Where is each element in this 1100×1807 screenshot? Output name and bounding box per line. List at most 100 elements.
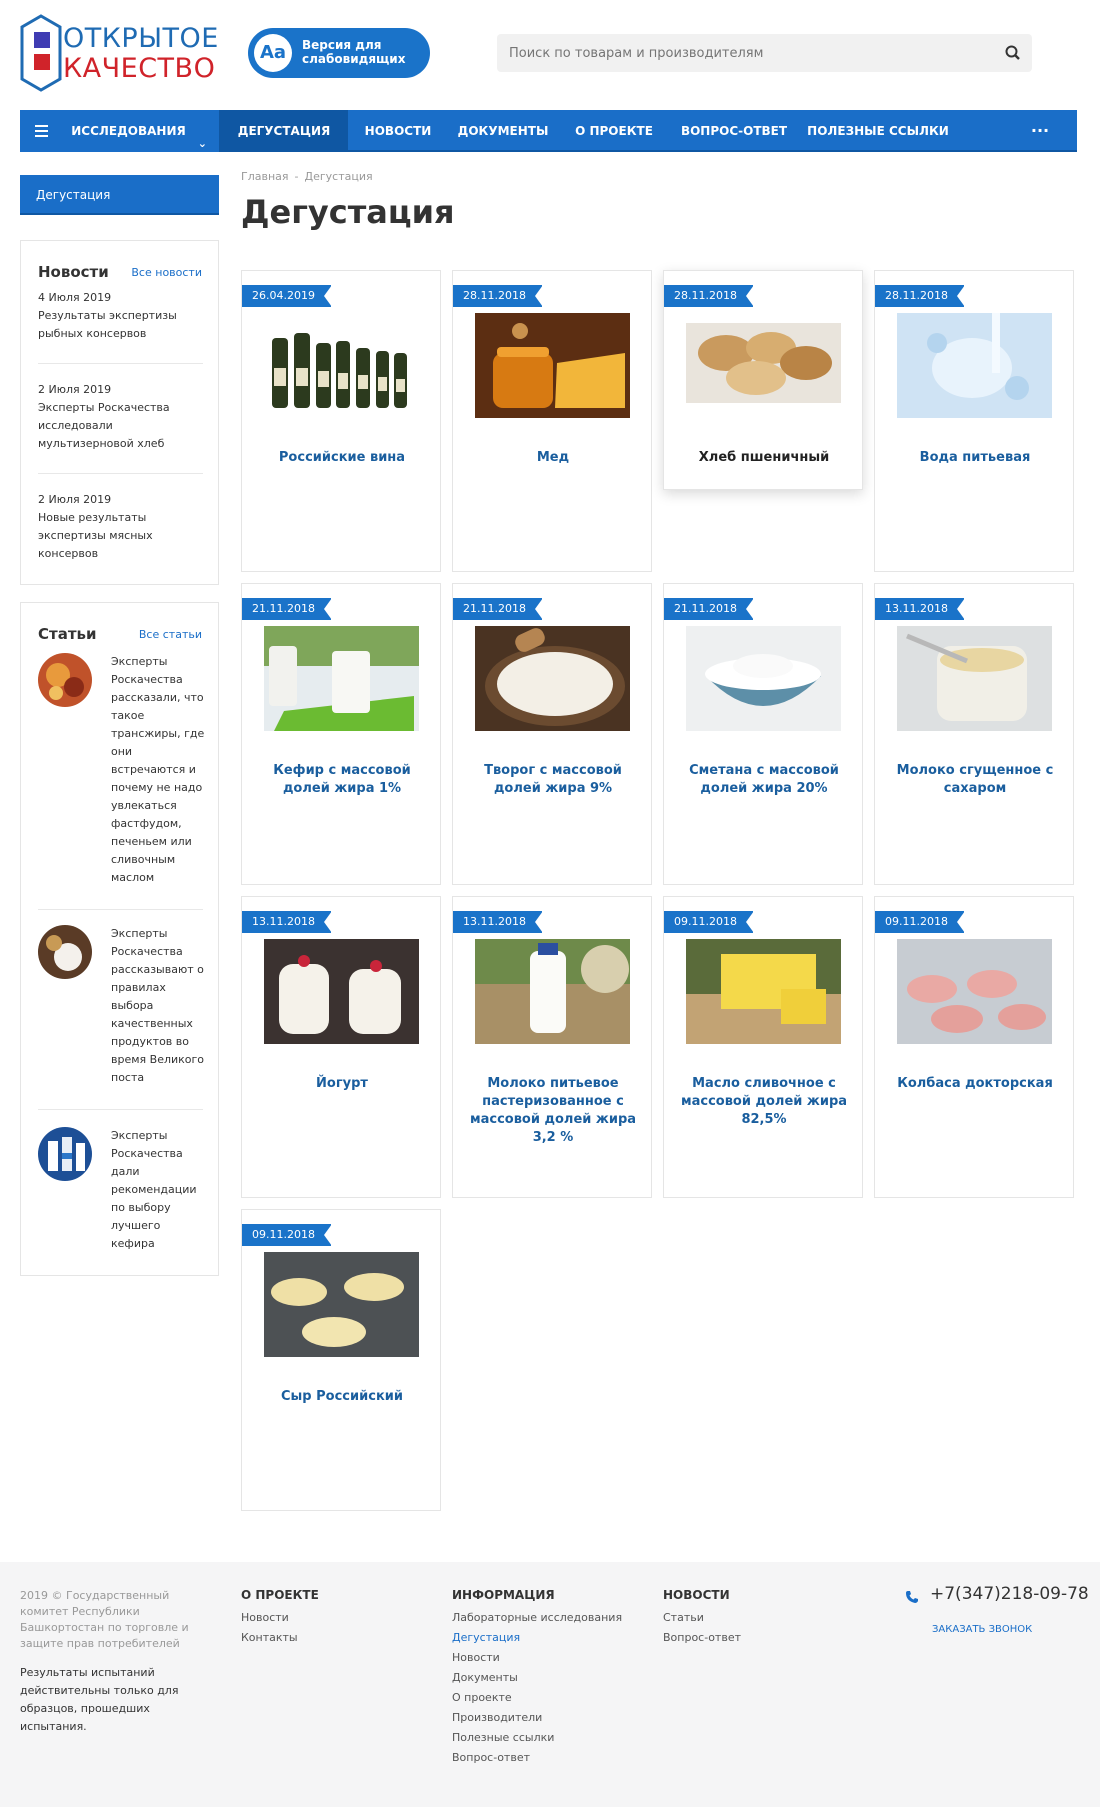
low-vision-button[interactable]: Aa Версия для слабовидящих: [248, 28, 430, 78]
product-card[interactable]: 28.11.2018 Хлеб пшеничный: [663, 270, 863, 490]
news-panel-title: Новости: [38, 263, 109, 281]
article-thumbnail[interactable]: [38, 1127, 92, 1181]
divider: [38, 363, 203, 364]
news-item[interactable]: 2 Июля 2019 Эксперты Роскачества исследо…: [38, 381, 203, 453]
date-badge: 28.11.2018: [875, 285, 965, 307]
product-card[interactable]: 26.04.2019 Российские вина: [241, 270, 441, 572]
footer: 2019 © Государственный комитет Республик…: [0, 1562, 1100, 1807]
footer-link[interactable]: Новости: [241, 1608, 319, 1628]
news-text: Результаты экспертизы рыбных консервов: [38, 309, 177, 340]
search-input[interactable]: [509, 34, 979, 72]
product-card[interactable]: 13.11.2018 Молоко сгущенное с сахаром: [874, 583, 1074, 885]
low-vision-label: Версия для слабовидящих: [302, 38, 406, 66]
milk-bottle-image: [475, 939, 630, 1044]
nav-degustation[interactable]: Дегустация: [220, 110, 348, 152]
divider: [38, 909, 203, 910]
footer-link[interactable]: Контакты: [241, 1628, 319, 1648]
card-title: Российские вина: [278, 450, 406, 465]
footer-link[interactable]: Вопрос-ответ: [452, 1748, 622, 1768]
footer-link[interactable]: Полезные ссылки: [452, 1728, 622, 1748]
footer-link[interactable]: Статьи: [663, 1608, 741, 1628]
nav-links[interactable]: Полезные ссылки: [798, 110, 958, 152]
product-card[interactable]: 13.11.2018 Молоко питьевое пастеризованн…: [452, 896, 652, 1198]
all-news-link[interactable]: Все новости: [131, 266, 202, 279]
product-card[interactable]: 28.11.2018 Вода питьевая: [874, 270, 1074, 572]
kefir-bottles-image: [38, 1127, 92, 1181]
more-icon[interactable]: ···: [1010, 110, 1070, 152]
product-card[interactable]: 09.11.2018 Сыр Российский: [241, 1209, 441, 1511]
product-card[interactable]: 21.11.2018 Сметана с массовой долей жира…: [663, 583, 863, 885]
card-title: Творог с массовой долей жира 9%: [484, 763, 622, 796]
footer-col-info: Информация Лабораторные исследования Дег…: [452, 1588, 622, 1768]
product-card[interactable]: 21.11.2018 Кефир с массовой долей жира 1…: [241, 583, 441, 885]
nav-news[interactable]: Новости: [348, 110, 448, 152]
news-panel: Новости Все новости 4 Июля 2019 Результа…: [20, 240, 219, 585]
butter-image: [686, 939, 841, 1044]
product-card[interactable]: 09.11.2018 Колбаса докторская: [874, 896, 1074, 1198]
article-text[interactable]: Эксперты Роскачества рассказывают о прав…: [111, 925, 206, 1087]
nav-faq[interactable]: Вопрос-ответ: [670, 110, 798, 152]
menu-icon: [35, 125, 48, 137]
request-call-link[interactable]: Заказать звонок: [932, 1624, 1032, 1635]
date-badge: 26.04.2019: [242, 285, 332, 307]
phone-icon: [906, 1591, 918, 1603]
card-title: Хлеб пшеничный: [698, 450, 830, 465]
product-card[interactable]: 13.11.2018 Йогурт: [241, 896, 441, 1198]
nav-documents[interactable]: Документы: [448, 110, 558, 152]
date-badge: 13.11.2018: [875, 598, 965, 620]
card-title: Молоко питьевое пастеризованное с массов…: [469, 1076, 637, 1145]
logo-line1: ОТКРЫТОЕ: [63, 23, 219, 54]
honey-image: [475, 313, 630, 418]
logo-line2: КАЧЕСТВО: [63, 53, 216, 84]
product-card[interactable]: 28.11.2018 Мед: [452, 270, 652, 572]
article-thumbnail[interactable]: [38, 653, 92, 707]
footer-copyright: 2019 © Государственный комитет Республик…: [20, 1589, 189, 1650]
kefir-image: [264, 626, 419, 731]
footer-link[interactable]: Дегустация: [452, 1628, 622, 1648]
phone-number[interactable]: +7(347)218-09-78: [930, 1584, 1089, 1604]
cottage-cheese-image: [475, 626, 630, 731]
product-card[interactable]: 09.11.2018 Масло сливочное с массовой до…: [663, 896, 863, 1198]
article-thumbnail[interactable]: [38, 925, 92, 979]
condensed-milk-image: [897, 626, 1052, 731]
article-text[interactable]: Эксперты Роскачества дали рекомендации п…: [111, 1127, 206, 1253]
articles-panel: Статьи Все статьи Эксперты Роскачества р…: [20, 602, 219, 1276]
news-text: Новые результаты экспертизы мясных консе…: [38, 511, 153, 560]
date-badge: 09.11.2018: [664, 911, 754, 933]
search-icon[interactable]: [1004, 44, 1022, 62]
footer-link[interactable]: О проекте: [452, 1688, 622, 1708]
footer-col-news: Новости Статьи Вопрос-ответ: [663, 1588, 741, 1648]
card-title: Масло сливочное с массовой долей жира 82…: [680, 1076, 848, 1127]
footer-link[interactable]: Вопрос-ответ: [663, 1628, 741, 1648]
footer-link[interactable]: Лабораторные исследования: [452, 1608, 622, 1628]
footer-link[interactable]: Новости: [452, 1648, 622, 1668]
sausage-image: [897, 939, 1052, 1044]
footer-disclaimer: Результаты испытаний действительны тольк…: [20, 1666, 179, 1733]
fastfood-image: [38, 653, 92, 707]
site-logo[interactable]: ОТКРЫТОЕ КАЧЕСТВО: [20, 14, 218, 92]
breadcrumb-home[interactable]: Главная: [241, 170, 289, 183]
card-title: Кефир с массовой долей жира 1%: [273, 763, 411, 796]
card-title: Вода питьевая: [919, 450, 1031, 465]
footer-link[interactable]: Документы: [452, 1668, 622, 1688]
logo-hexagon-icon: [20, 14, 62, 92]
nav-about[interactable]: О проекте: [558, 110, 670, 152]
news-item[interactable]: 2 Июля 2019 Новые результаты экспертизы …: [38, 491, 203, 563]
date-badge: 21.11.2018: [242, 598, 332, 620]
bread-image: [686, 313, 841, 418]
all-articles-link[interactable]: Все статьи: [139, 628, 202, 641]
nav-research[interactable]: Исследования ⌄: [20, 110, 220, 152]
news-item[interactable]: 4 Июля 2019 Результаты экспертизы рыбных…: [38, 289, 203, 343]
date-badge: 09.11.2018: [242, 1224, 332, 1246]
footer-link[interactable]: Производители: [452, 1708, 622, 1728]
date-badge: 21.11.2018: [453, 598, 543, 620]
article-text[interactable]: Эксперты Роскачества рассказали, что так…: [111, 653, 206, 887]
lent-food-image: [38, 925, 92, 979]
product-card[interactable]: 21.11.2018 Творог с массовой долей жира …: [452, 583, 652, 885]
chevron-down-icon: ⌄: [197, 137, 207, 150]
font-size-icon: Aa: [254, 34, 292, 72]
page-title: Дегустация: [241, 193, 455, 231]
main-nav: Исследования ⌄ Дегустация Новости Докуме…: [20, 110, 1077, 152]
sidebar-item-degustation[interactable]: Дегустация: [20, 175, 219, 215]
date-badge: 28.11.2018: [664, 285, 754, 307]
